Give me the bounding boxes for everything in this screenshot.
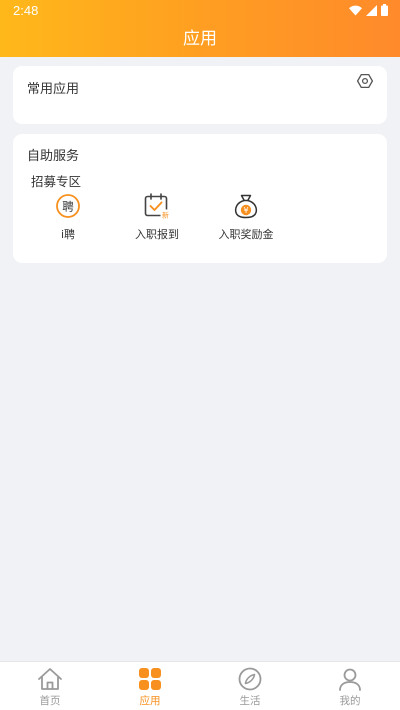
battery-icon	[381, 4, 388, 16]
recruitment-section-label: 招募专区	[31, 174, 82, 189]
service-item-label: 入职奖励金	[218, 228, 274, 241]
signal-icon	[366, 4, 377, 16]
common-apps-title: 常用应用	[27, 82, 80, 97]
apps-icon	[139, 668, 161, 690]
hire-icon: 聘	[56, 194, 80, 218]
status-time: 2:48	[13, 3, 39, 18]
service-item-label: 入职报到	[135, 228, 179, 241]
home-icon	[38, 668, 62, 690]
profile-icon	[339, 668, 361, 691]
tab-life[interactable]: 生活	[200, 662, 300, 710]
settings-icon[interactable]	[357, 73, 373, 89]
money-bag-glyph: ¥	[243, 206, 248, 215]
compass-icon	[238, 667, 262, 691]
tab-life-label: 生活	[239, 695, 261, 707]
calendar-badge: 新	[162, 211, 169, 220]
tab-profile[interactable]: 我的	[300, 662, 400, 710]
wifi-icon	[349, 5, 362, 15]
self-service-card: 自助服务 招募专区 聘 i聘 新 入职报到 ¥ 入职奖励金	[13, 134, 387, 263]
hire-icon-glyph: 聘	[62, 200, 74, 214]
money-bag-icon: ¥	[234, 194, 258, 219]
page-title: 应用	[183, 29, 217, 49]
common-apps-card: 常用应用	[13, 66, 387, 124]
tab-apps-label: 应用	[139, 695, 161, 707]
tab-home-label: 首页	[39, 695, 61, 707]
service-item-onboarding[interactable]: 新 入职报到	[117, 192, 197, 242]
service-item-label: i聘	[60, 228, 76, 241]
app-header: 2:48 应用	[0, 0, 400, 57]
status-bar: 2:48	[0, 0, 400, 22]
tab-apps[interactable]: 应用	[100, 662, 200, 710]
service-item-bonus[interactable]: ¥ 入职奖励金	[206, 192, 286, 242]
calendar-check-icon: 新	[144, 193, 171, 220]
bottom-tab-bar: 首页 应用 生活 我的	[0, 661, 400, 710]
self-service-title: 自助服务	[27, 149, 80, 164]
status-icons	[349, 4, 388, 16]
tab-home[interactable]: 首页	[0, 662, 100, 710]
service-item-ihire[interactable]: 聘 i聘	[28, 192, 108, 242]
tab-profile-label: 我的	[339, 695, 361, 707]
